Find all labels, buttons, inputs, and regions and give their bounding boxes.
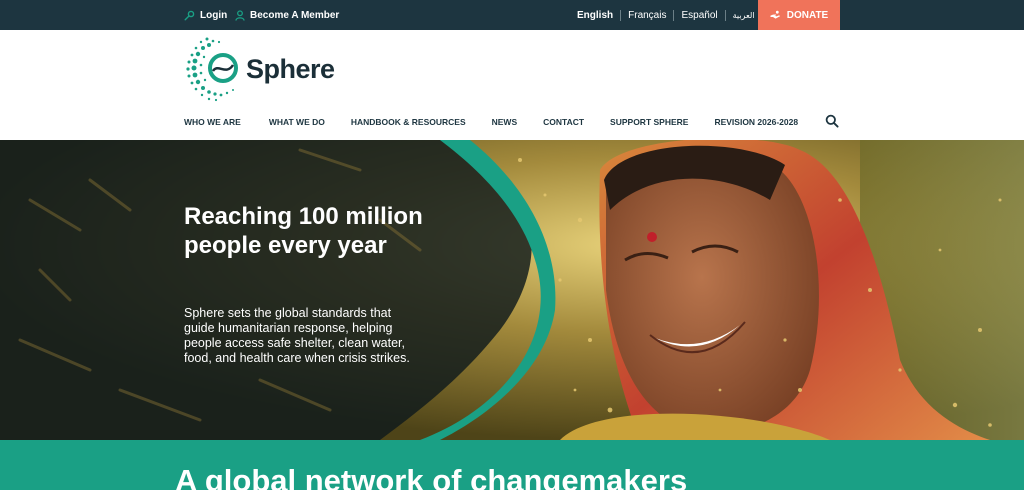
network-section: A global network of changemakers xyxy=(0,440,1024,490)
search-icon xyxy=(825,114,839,128)
hero-description: Sphere sets the global standards that gu… xyxy=(184,306,410,365)
hero-title: Reaching 100 million people every year xyxy=(184,203,423,259)
search-button[interactable] xyxy=(825,114,839,133)
user-icon xyxy=(235,9,245,21)
lang-french[interactable]: Français xyxy=(621,10,673,21)
login-link[interactable]: Login xyxy=(184,0,227,30)
nav-support-sphere[interactable]: SUPPORT SPHERE xyxy=(610,117,688,127)
language-switcher: English Français Español العربية xyxy=(570,0,762,30)
donate-label: DONATE xyxy=(786,9,829,21)
top-utility-bar: Login Become A Member English Français E… xyxy=(0,0,1024,30)
logo-wordmark: Sphere xyxy=(246,54,335,84)
lang-spanish[interactable]: Español xyxy=(674,10,724,21)
sphere-logo-mark xyxy=(186,37,238,102)
nav-who-we-are[interactable]: WHO WE ARE xyxy=(184,117,241,127)
nav-news[interactable]: NEWS xyxy=(492,117,518,127)
sphere-logo[interactable]: Sphere xyxy=(185,33,345,109)
lang-english[interactable]: English xyxy=(570,10,620,21)
login-label: Login xyxy=(200,9,228,21)
nav-what-we-do[interactable]: WHAT WE DO xyxy=(269,117,325,127)
become-member-label: Become A Member xyxy=(250,9,340,21)
become-member-link[interactable]: Become A Member xyxy=(235,0,339,30)
nav-handbook-resources[interactable]: HANDBOOK & RESOURCES xyxy=(351,117,466,127)
donate-hand-icon xyxy=(770,10,780,19)
nav-contact[interactable]: CONTACT xyxy=(543,117,584,127)
hero-banner: Reaching 100 million people every year S… xyxy=(0,140,1024,440)
key-icon xyxy=(184,10,195,21)
nav-revision[interactable]: REVISION 2026-2028 xyxy=(714,117,798,127)
lang-arabic[interactable]: العربية xyxy=(726,11,762,20)
hero-photo xyxy=(0,140,1024,440)
donate-button[interactable]: DONATE xyxy=(758,0,840,30)
site-header: Sphere WHO WE ARE WHAT WE DO HANDBOOK & … xyxy=(0,30,1024,140)
network-section-title: A global network of changemakers xyxy=(175,463,688,490)
main-nav: WHO WE ARE WHAT WE DO HANDBOOK & RESOURC… xyxy=(184,116,798,128)
